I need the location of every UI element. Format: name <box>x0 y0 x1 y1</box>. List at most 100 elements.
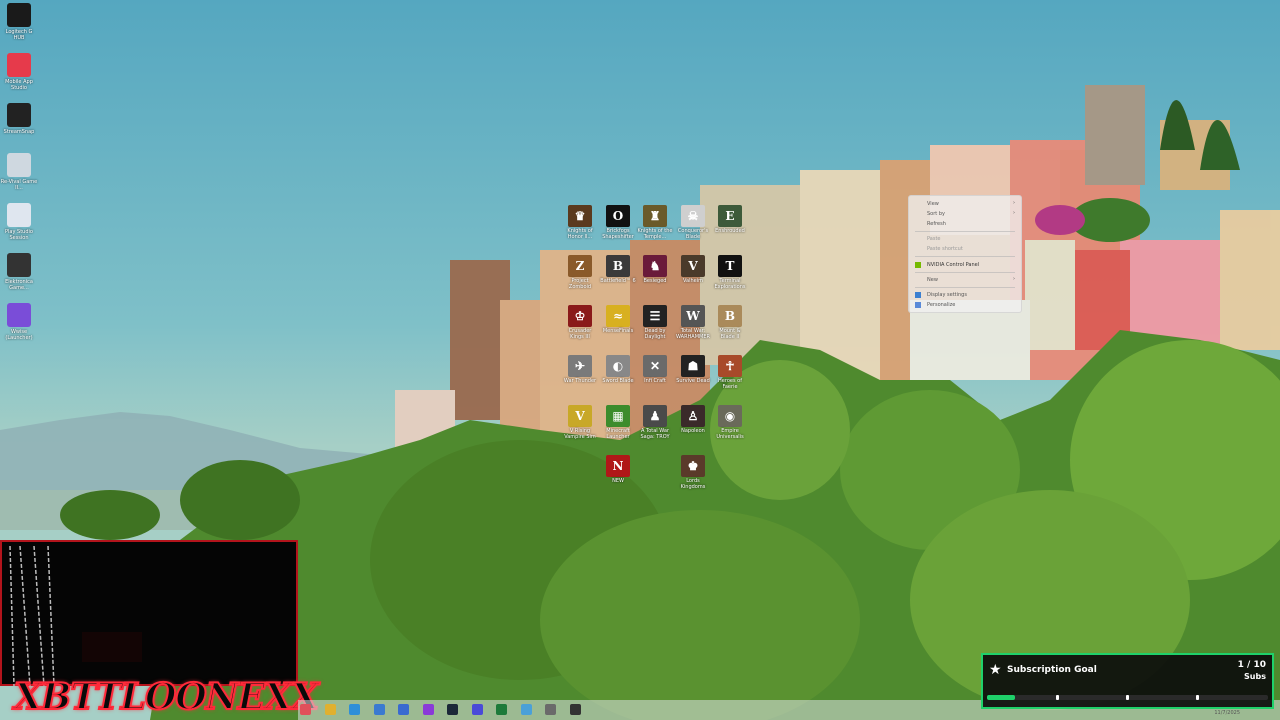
desktop-shortcut[interactable]: B Mount & Blade II <box>712 305 748 340</box>
ctx-separator <box>915 272 1015 273</box>
notepad-icon[interactable] <box>520 704 532 715</box>
game-icon: V <box>681 255 705 277</box>
desktop-shortcut[interactable]: T Terminal Explorations <box>712 255 748 290</box>
desktop-shortcut-label: Empire Universalis <box>716 428 744 440</box>
desktop-shortcut[interactable]: O Brickfogs Shapeshifter <box>600 205 636 240</box>
goal-progress-track <box>987 695 1268 700</box>
desktop-shortcut-label: Enshrouded <box>715 228 745 234</box>
desktop-shortcut-label: Brickfogs Shapeshifter <box>602 228 634 240</box>
app-studio-icon <box>7 53 31 77</box>
desktop-shortcut[interactable]: N NEW <box>600 455 636 484</box>
desktop-shortcut-label: Conqueror's Blade <box>677 228 709 240</box>
desktop-shortcut-label: NEW <box>612 478 624 484</box>
desktop-shortcut-label: Play Studio Session <box>5 229 33 241</box>
desktop-shortcut[interactable]: Logitech G HUB <box>0 3 38 41</box>
game-icon: ♜ <box>643 205 667 227</box>
taskbar-clock[interactable]: 11/7/2025 <box>1214 710 1240 716</box>
desktop-shortcut[interactable]: ✈ War Thunder <box>562 355 598 384</box>
game-icon: W <box>681 305 705 327</box>
game-file-icon <box>7 153 31 177</box>
obs-icon[interactable] <box>569 704 581 715</box>
game-icon: ☰ <box>643 305 667 327</box>
desktop-shortcut[interactable]: Play Studio Session <box>0 203 38 241</box>
desktop-shortcut-label: Wwise (Launcher) <box>5 329 33 341</box>
desktop-shortcut[interactable]: Z Project Zomboid <box>562 255 598 290</box>
desktop-shortcut[interactable]: ≈ MenseFinals <box>600 305 636 334</box>
explorer-icon[interactable] <box>324 704 336 715</box>
desktop-shortcut[interactable]: ♜ Knights of the Temple... <box>637 205 673 240</box>
game-icon: ♔ <box>568 305 592 327</box>
desktop-shortcut-label: Minecraft Launcher <box>606 428 630 440</box>
game-icon: ≈ <box>606 305 630 327</box>
desktop-shortcut[interactable]: VV Rising Vampire Sim <box>562 405 598 440</box>
desktop-shortcut[interactable]: Wwise (Launcher) <box>0 303 38 341</box>
ctx-personalize[interactable]: Personalize <box>927 301 955 309</box>
desktop-shortcut[interactable]: ✕ Infi Craft <box>637 355 673 384</box>
game-icon: ☗ <box>681 355 705 377</box>
ctx-display-settings[interactable]: Display settings <box>927 291 967 299</box>
desktop-shortcut-label: Infi Craft <box>644 378 666 384</box>
desktop-shortcut-label: StreamSnap <box>3 129 35 135</box>
desktop-shortcut[interactable]: V Valheim <box>675 255 711 284</box>
personalize-icon <box>915 302 921 308</box>
game-icon: ◐ <box>606 355 630 377</box>
desktop-shortcut[interactable]: ♙ Napoleon <box>675 405 711 434</box>
epic-icon[interactable] <box>471 704 483 715</box>
game-icon: E <box>718 205 742 227</box>
game-icon: ☠ <box>681 205 705 227</box>
desktop-shortcut[interactable]: ☥ Heroes of Faerie <box>712 355 748 390</box>
desktop-shortcut[interactable]: ♚ Lords Kingdoms <box>675 455 711 490</box>
ctx-nvidia-control-panel[interactable]: NVIDIA Control Panel <box>927 261 979 269</box>
desktop-shortcut[interactable]: ♟ A Total War Saga: TROY <box>637 405 673 440</box>
desktop-shortcut[interactable]: Re-Vival Game II... <box>0 153 38 191</box>
ctx-sort-by[interactable]: Sort by <box>927 210 945 218</box>
desktop-shortcut-label: Logitech G HUB <box>5 29 33 41</box>
desktop-shortcut-label: Terminal Explorations <box>714 278 746 290</box>
elektronica-icon <box>7 253 31 277</box>
settings-icon[interactable] <box>545 704 556 715</box>
excel-icon[interactable] <box>496 704 507 715</box>
desktop-shortcut[interactable]: ☰ Dead by Daylight <box>637 305 673 340</box>
chain-decoration-icon <box>9 546 55 686</box>
desktop-shortcut[interactable]: ☗ Survive Dead <box>675 355 711 384</box>
desktop-shortcut[interactable]: Mobile App Studio <box>0 53 38 91</box>
desktop-shortcut[interactable]: E Enshrouded <box>712 205 748 234</box>
ctx-separator <box>915 231 1015 232</box>
desktop-shortcut[interactable]: B Battlefield™ 6 <box>600 255 636 284</box>
game-icon: ☥ <box>718 355 742 377</box>
store-icon[interactable] <box>398 704 409 715</box>
game-icon: Z <box>568 255 592 277</box>
start-icon[interactable] <box>300 704 311 715</box>
ctx-paste-shortcut[interactable]: Paste shortcut <box>927 245 963 253</box>
game-icon: B <box>718 305 742 327</box>
desktop-shortcut[interactable]: ☠ Conqueror's Blade <box>675 205 711 240</box>
desktop-shortcut[interactable]: ♛ Knights of Honor II... <box>562 205 598 240</box>
ctx-paste[interactable]: Paste <box>927 235 941 243</box>
ctx-refresh[interactable]: Refresh <box>927 220 946 228</box>
desktop-shortcut[interactable]: ▦ Minecraft Launcher <box>600 405 636 440</box>
game-icon: V <box>568 405 592 427</box>
desktop-shortcut-label: A Total War Saga: TROY <box>640 428 670 440</box>
goal-progress-tick <box>1196 695 1200 700</box>
desktop-shortcut[interactable]: ♔ Crusader Kings III <box>562 305 598 340</box>
desktop-shortcut[interactable]: W Total War: WARHAMMER <box>675 305 711 340</box>
desktop-shortcut-label: Mobile App Studio <box>5 79 33 91</box>
desktop-context-menu: View › Sort by › Refresh Paste Paste sho… <box>908 195 1022 313</box>
desktop-shortcut[interactable]: ◐ Sword Blade <box>600 355 636 384</box>
ctx-new[interactable]: New <box>927 276 938 284</box>
ctx-separator <box>915 287 1015 288</box>
desktop-shortcut[interactable]: ♞ Besieged <box>637 255 673 284</box>
desktop-shortcut-label: Lords Kingdoms <box>680 478 706 490</box>
steam-icon[interactable] <box>447 704 458 715</box>
desktop-shortcut-label: Mount & Blade II <box>719 328 741 340</box>
bluetooth-icon[interactable] <box>373 704 385 715</box>
desktop-shortcut[interactable]: StreamSnap <box>0 103 38 135</box>
twitch-icon[interactable] <box>422 704 434 715</box>
chevron-right-icon: › <box>1013 200 1015 206</box>
goal-title: Subscription Goal <box>1007 665 1097 675</box>
ctx-view[interactable]: View <box>927 200 939 208</box>
desktop-shortcut[interactable]: Elektronica Game... <box>0 253 38 291</box>
edge-icon[interactable] <box>349 704 360 715</box>
desktop-shortcut[interactable]: ◉ Empire Universalis <box>712 405 748 440</box>
desktop-shortcut-label: Valheim <box>683 278 703 284</box>
